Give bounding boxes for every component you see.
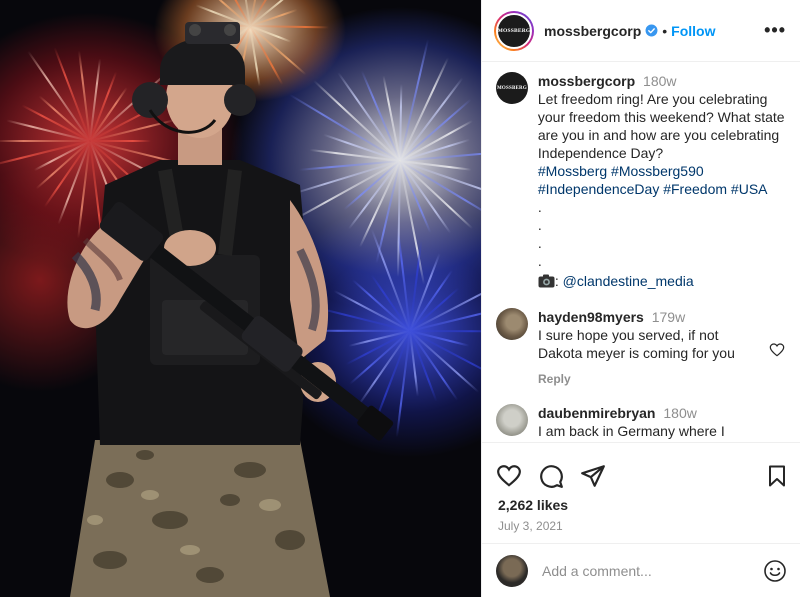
commenter-username[interactable]: daubenmirebryan	[538, 405, 655, 421]
post-photo[interactable]	[0, 0, 481, 597]
hashtag-link[interactable]: #Mossberg590	[611, 163, 704, 179]
commenter-avatar[interactable]	[496, 308, 528, 340]
caption-username[interactable]: mossbergcorp	[538, 73, 635, 89]
hashtag-link[interactable]: #IndependenceDay	[538, 181, 659, 197]
post-date[interactable]: July 3, 2021	[482, 513, 800, 533]
add-comment-input[interactable]: Add a comment...	[542, 563, 763, 579]
follow-button[interactable]: Follow	[671, 23, 715, 39]
comment-body: daubenmirebryan 180w I am back in German…	[538, 404, 758, 440]
comment-item: daubenmirebryan 180w I am back in German…	[496, 404, 787, 440]
share-paper-plane-icon[interactable]	[580, 463, 606, 489]
hashtag-link[interactable]: #Freedom	[663, 181, 727, 197]
caption-dot: .	[537, 235, 542, 251]
verified-badge-icon	[645, 24, 658, 37]
emoji-picker-icon[interactable]	[763, 559, 787, 583]
comment-time[interactable]: 180w	[663, 405, 696, 421]
comment-text: I am back in Germany where I	[538, 423, 725, 439]
like-heart-icon[interactable]	[496, 463, 522, 489]
hashtag-link[interactable]: #USA	[731, 181, 768, 197]
like-comment-heart-icon[interactable]	[769, 342, 785, 358]
caption-dot: .	[537, 253, 542, 269]
caption-avatar[interactable]: MOSSBERG	[496, 72, 528, 104]
comment-time[interactable]: 179w	[652, 309, 685, 325]
post-actions: 2,262 likes July 3, 2021 Add a comment..…	[482, 442, 800, 597]
camera-icon	[538, 274, 555, 288]
caption-body: mossbergcorp 180w Let freedom ring! Are …	[538, 72, 787, 290]
comment-item: hayden98myers 179w I sure hope you serve…	[496, 308, 787, 388]
post-header: MOSSBERG mossbergcorp • Follow •••	[482, 0, 800, 62]
commenter-avatar[interactable]	[496, 404, 528, 436]
comment-body: hayden98myers 179w I sure hope you serve…	[538, 308, 758, 388]
commenter-username[interactable]: hayden98myers	[538, 309, 644, 325]
account-avatar[interactable]: MOSSBERG	[496, 12, 532, 49]
likes-count[interactable]: 2,262 likes	[482, 495, 800, 513]
add-comment-bar: Add a comment...	[482, 543, 800, 597]
account-avatar-ring[interactable]: MOSSBERG	[494, 10, 534, 51]
caption-dot: .	[537, 217, 542, 233]
credit-mention-link[interactable]: @clandestine_media	[563, 273, 694, 289]
current-user-avatar	[496, 555, 528, 587]
caption-time[interactable]: 180w	[643, 73, 676, 89]
post-sidebar: MOSSBERG mossbergcorp • Follow ••• MOSSB…	[481, 0, 800, 597]
soldier-illustration	[67, 22, 394, 597]
account-username[interactable]: mossbergcorp	[544, 23, 641, 39]
save-bookmark-icon[interactable]	[765, 464, 789, 488]
photo-credit: : @clandestine_media	[538, 272, 787, 290]
caption-dot: .	[537, 199, 542, 215]
action-icons-row	[482, 443, 800, 495]
caption-text: Let freedom ring! Are you celebrating yo…	[537, 91, 785, 161]
hashtag-link[interactable]: #Mossberg	[538, 163, 607, 179]
comment-bubble-icon[interactable]	[538, 463, 564, 489]
more-options-icon[interactable]: •••	[764, 20, 786, 41]
comments-list[interactable]: MOSSBERG mossbergcorp 180w Let freedom r…	[482, 62, 800, 442]
caption-hashtags: #Mossberg #Mossberg590 #IndependenceDay …	[538, 162, 787, 198]
header-separator: •	[662, 22, 668, 39]
credit-prefix: :	[554, 273, 563, 289]
caption: MOSSBERG mossbergcorp 180w Let freedom r…	[496, 72, 787, 290]
reply-button[interactable]: Reply	[538, 370, 758, 388]
comment-text: I sure hope you served, if not Dakota me…	[538, 327, 735, 361]
